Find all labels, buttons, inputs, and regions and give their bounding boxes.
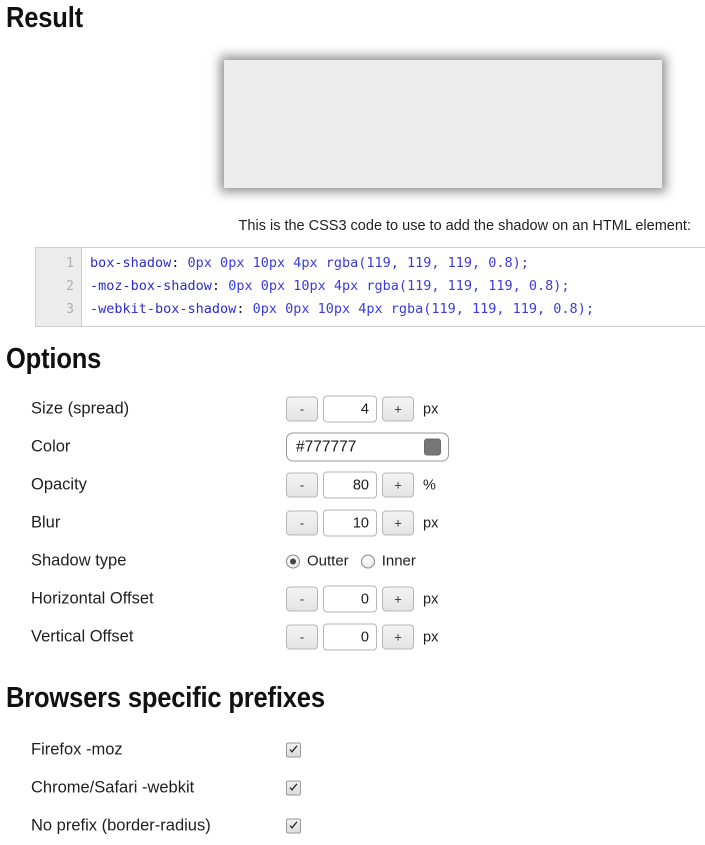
prefix-label-moz: Firefox -moz (31, 740, 123, 759)
option-row-size: Size (spread) - + px (0, 390, 500, 428)
horizontal-offset-decrement-button[interactable]: - (286, 586, 318, 612)
code-colon: : (211, 278, 221, 294)
option-label-vertical-offset: Vertical Offset (31, 627, 134, 646)
color-value-text: #777777 (296, 438, 357, 455)
horizontal-offset-unit: px (423, 591, 439, 607)
vertical-offset-input[interactable] (323, 623, 377, 651)
size-input[interactable] (323, 395, 377, 423)
code-line-number: 1 (66, 256, 74, 271)
size-stepper: - + px (286, 395, 439, 423)
option-label-horizontal-offset: Horizontal Offset (31, 589, 154, 608)
check-icon (289, 821, 298, 829)
blur-unit: px (423, 515, 439, 531)
radio-label-inner[interactable]: Inner (382, 553, 416, 570)
code-value: 0px 0px 10px 4px rgba(119, 119, 119, 0.8… (220, 278, 570, 294)
option-row-blur: Blur - + px (0, 504, 500, 542)
option-label-size: Size (spread) (31, 399, 130, 418)
vertical-offset-increment-button[interactable]: + (382, 624, 414, 650)
option-row-opacity: Opacity - + % (0, 466, 500, 504)
opacity-decrement-button[interactable]: - (286, 472, 318, 498)
check-icon (289, 745, 298, 753)
page-title-result: Result (6, 2, 83, 34)
option-label-opacity: Opacity (31, 475, 87, 494)
vertical-offset-stepper: - + px (286, 623, 439, 651)
option-label-blur: Blur (31, 513, 61, 532)
option-row-horizontal-offset: Horizontal Offset - + px (0, 580, 500, 618)
code-value: 0px 0px 10px 4px rgba(119, 119, 119, 0.8… (179, 255, 529, 271)
checkbox-webkit[interactable] (286, 780, 301, 796)
radio-label-outter[interactable]: Outter (307, 553, 349, 570)
checkbox-moz[interactable] (286, 742, 301, 758)
code-lines[interactable]: box-shadow: 0px 0px 10px 4px rgba(119, 1… (82, 248, 705, 326)
color-swatch-icon[interactable] (424, 438, 441, 456)
code-line-number: 2 (66, 279, 74, 294)
vertical-offset-decrement-button[interactable]: - (286, 624, 318, 650)
vertical-offset-unit: px (423, 629, 439, 645)
page-title-prefixes: Browsers specific prefixes (6, 682, 325, 714)
option-label-shadow-type: Shadow type (31, 551, 127, 570)
blur-decrement-button[interactable]: - (286, 510, 318, 536)
option-row-shadow-type: Shadow type Outter Inner (0, 542, 500, 580)
shadow-preview-box (224, 60, 662, 188)
radio-outter[interactable] (286, 554, 300, 568)
opacity-increment-button[interactable]: + (382, 472, 414, 498)
blur-increment-button[interactable]: + (382, 510, 414, 536)
opacity-stepper: - + % (286, 471, 436, 499)
prefix-row-moz: Firefox -moz (0, 731, 500, 769)
horizontal-offset-increment-button[interactable]: + (382, 586, 414, 612)
prefix-label-webkit: Chrome/Safari -webkit (31, 778, 195, 797)
shadow-preview-area (0, 45, 705, 205)
code-property: -webkit-box-shadow (90, 301, 237, 317)
opacity-input[interactable] (323, 471, 377, 499)
horizontal-offset-input[interactable] (323, 585, 377, 613)
code-property: -moz-box-shadow (90, 278, 212, 294)
option-label-color: Color (31, 437, 71, 456)
code-line: -moz-box-shadow: 0px 0px 10px 4px rgba(1… (90, 275, 705, 298)
size-increment-button[interactable]: + (382, 396, 414, 422)
code-value: 0px 0px 10px 4px rgba(119, 119, 119, 0.8… (244, 301, 594, 317)
horizontal-offset-stepper: - + px (286, 585, 439, 613)
size-unit: px (423, 401, 439, 417)
preview-caption: This is the CSS3 code to use to add the … (238, 218, 691, 234)
page-title-options: Options (6, 343, 102, 375)
code-gutter: 1 2 3 (36, 248, 82, 326)
code-line: box-shadow: 0px 0px 10px 4px rgba(119, 1… (90, 252, 705, 275)
color-control: #777777 (286, 432, 449, 462)
shadow-type-radio-group: Outter Inner (286, 553, 428, 570)
color-field[interactable]: #777777 (286, 432, 449, 462)
blur-stepper: - + px (286, 509, 439, 537)
size-decrement-button[interactable]: - (286, 396, 318, 422)
blur-input[interactable] (323, 509, 377, 537)
radio-inner[interactable] (360, 554, 375, 568)
prefix-row-webkit: Chrome/Safari -webkit (0, 769, 500, 807)
prefix-row-noprefix: No prefix (border-radius) (0, 807, 500, 845)
option-row-vertical-offset: Vertical Offset - + px (0, 618, 500, 656)
prefixes-table: Firefox -moz Chrome/Safari -webkit No pr… (0, 731, 500, 845)
code-line-number: 3 (66, 302, 74, 317)
options-table: Size (spread) - + px Color #777777 Opaci… (0, 390, 500, 656)
prefix-label-noprefix: No prefix (border-radius) (31, 816, 211, 835)
css-code-block[interactable]: 1 2 3 box-shadow: 0px 0px 10px 4px rgba(… (35, 247, 705, 327)
code-line: -webkit-box-shadow: 0px 0px 10px 4px rgb… (90, 298, 705, 321)
option-row-color: Color #777777 (0, 428, 500, 466)
check-icon (289, 783, 298, 791)
checkbox-noprefix[interactable] (286, 818, 301, 834)
code-property: box-shadow (90, 255, 172, 271)
opacity-unit: % (423, 477, 436, 493)
